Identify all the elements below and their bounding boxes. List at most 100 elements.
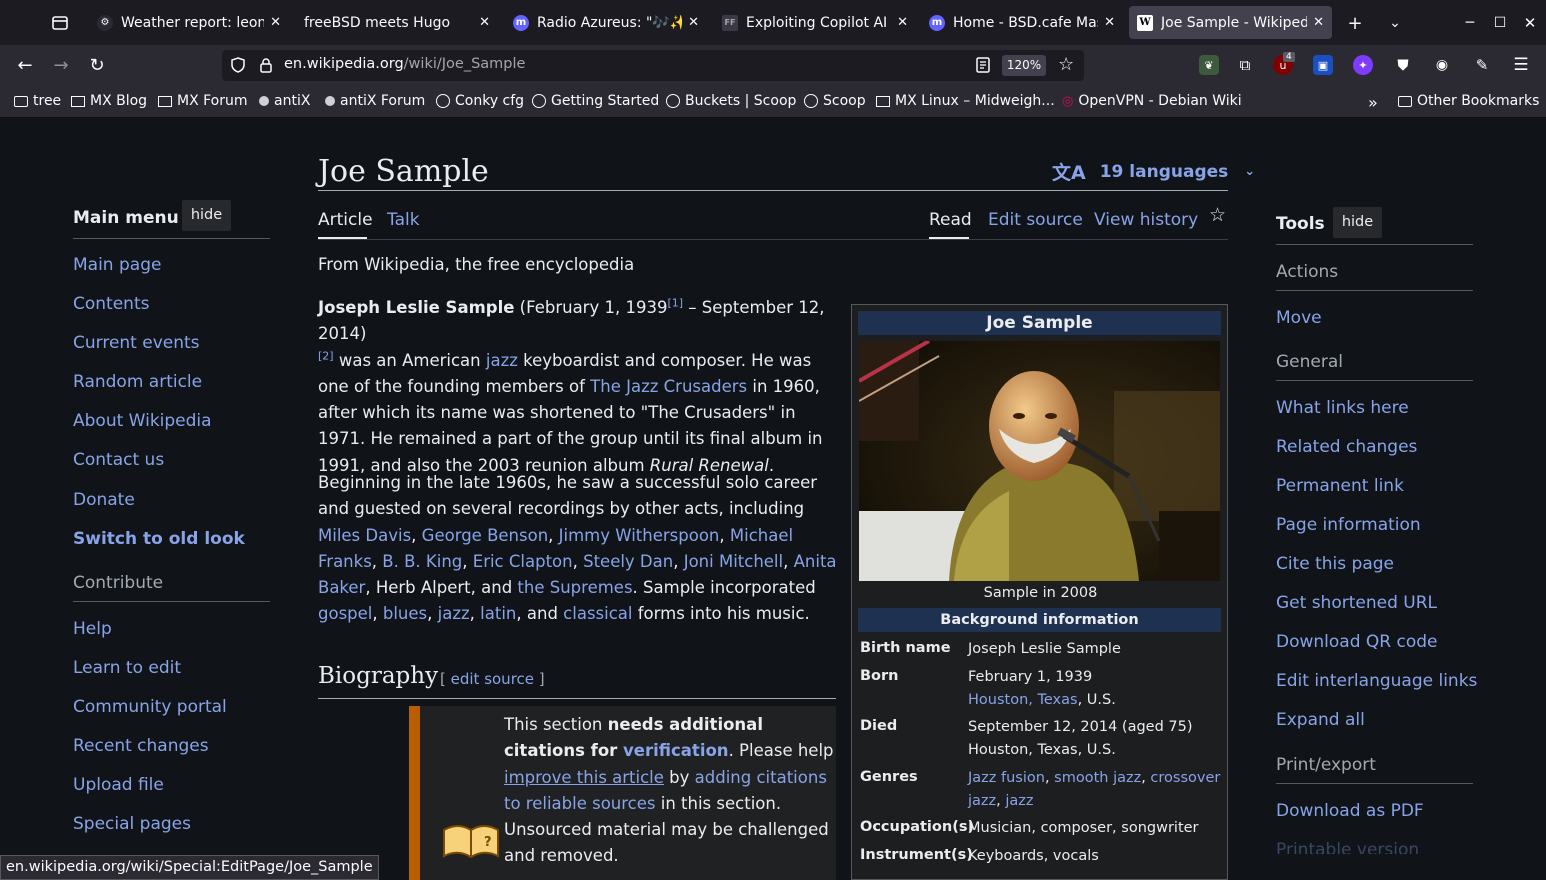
watch-star-icon[interactable]: ☆ <box>1209 204 1226 226</box>
close-tab-icon[interactable]: ✕ <box>897 15 908 30</box>
main-menu-hide-button[interactable]: hide <box>182 200 231 231</box>
url-text[interactable]: en.wikipedia.org/wiki/Joe_Sample <box>284 56 525 72</box>
bookmark-openvpn[interactable]: ◎ OpenVPN - Debian Wiki <box>1062 93 1242 109</box>
sidebar-item-current-events[interactable]: Current events <box>73 333 200 353</box>
maximize-icon[interactable]: ☐ <box>1485 8 1515 38</box>
app-menu-icon[interactable]: ☰ <box>1511 55 1531 75</box>
tool-expand-all[interactable]: Expand all <box>1276 710 1365 730</box>
sidebar-item-main-page[interactable]: Main page <box>73 255 161 275</box>
tool-get-shortened-url[interactable]: Get shortened URL <box>1276 593 1437 613</box>
disguise-extension-icon[interactable]: ◉ <box>1432 55 1452 75</box>
genre-link[interactable]: smooth jazz <box>1054 770 1141 786</box>
verification-link[interactable]: verification <box>623 741 729 760</box>
reader-view-icon[interactable] <box>974 56 992 74</box>
improve-article-link[interactable]: improve this article <box>504 768 664 787</box>
close-tab-icon[interactable]: ✕ <box>688 15 699 30</box>
more-bookmarks-chevron-icon[interactable]: » <box>1368 93 1378 112</box>
privacy-extension-icon[interactable]: ⛊ <box>1393 55 1413 75</box>
tab-view-history[interactable]: View history <box>1094 210 1198 230</box>
tab-freebsd-hugo[interactable]: freeBSD meets Hugo ✕ <box>296 6 498 39</box>
bookmark-mx-forum[interactable]: MX Forum <box>158 93 248 109</box>
tab-read[interactable]: Read <box>929 210 972 230</box>
tab-article[interactable]: Article <box>318 210 373 230</box>
close-tab-icon[interactable]: ✕ <box>1104 15 1115 30</box>
status-bar-url: en.wikipedia.org/wiki/Special:EditPage/J… <box>0 855 379 880</box>
close-window-icon[interactable]: ✕ <box>1515 8 1545 38</box>
language-selector[interactable]: 文A 19 languages ⌄ <box>1052 158 1255 185</box>
tabs-divider <box>318 239 1228 240</box>
new-tab-icon[interactable]: + <box>1340 8 1370 38</box>
infobox-caption: Sample in 2008 <box>983 585 1098 601</box>
bookmark-star-icon[interactable]: ☆ <box>1058 54 1074 75</box>
bookmark-scoop[interactable]: Scoop <box>804 93 866 109</box>
bookmark-buckets-scoop[interactable]: Buckets | Scoop <box>666 93 796 109</box>
list-all-tabs-icon[interactable]: ⌄ <box>1380 8 1410 38</box>
sidebar-item-contact[interactable]: Contact us <box>73 450 164 470</box>
extensions-puzzle-icon[interactable]: ⧉ <box>1235 55 1255 75</box>
other-bookmarks[interactable]: Other Bookmarks <box>1398 93 1539 109</box>
tab-joe-sample[interactable]: W Joe Sample - Wikipedia ✕ <box>1129 6 1332 39</box>
sidebar-item-recent-changes[interactable]: Recent changes <box>73 736 209 756</box>
bookmark-conky-cfg[interactable]: Conky cfg <box>436 93 524 109</box>
biography-edit[interactable]: [ edit source ] <box>440 670 545 688</box>
infobox-label-genres: Genres <box>860 769 918 785</box>
tab-talk[interactable]: Talk <box>387 210 420 230</box>
tool-related-changes[interactable]: Related changes <box>1276 437 1417 457</box>
sidebar-item-help[interactable]: Help <box>73 619 112 639</box>
close-tab-icon[interactable]: ✕ <box>1313 15 1324 30</box>
forward-icon[interactable]: → <box>46 51 76 79</box>
tool-page-information[interactable]: Page information <box>1276 515 1421 535</box>
genre-link[interactable]: jazz <box>1005 793 1033 809</box>
close-tab-icon[interactable]: ✕ <box>270 15 281 30</box>
tool-what-links-here[interactable]: What links here <box>1276 398 1409 418</box>
tab-bsd-cafe[interactable]: m Home - BSD.cafe Masto ✕ <box>921 6 1123 39</box>
reload-icon[interactable]: ↻ <box>82 51 112 79</box>
sidebar-item-switch-old-look[interactable]: Switch to old look <box>73 529 245 549</box>
lock-icon[interactable] <box>258 57 274 73</box>
url-bar[interactable]: en.wikipedia.org/wiki/Joe_Sample 120% ☆ <box>222 50 1084 81</box>
tool-cite-this-page[interactable]: Cite this page <box>1276 554 1394 574</box>
tool-edit-interlanguage-links[interactable]: Edit interlanguage links <box>1276 671 1477 691</box>
extension-misc-icon[interactable]: ✎ <box>1472 55 1492 75</box>
bookmark-tree[interactable]: tree <box>14 93 61 109</box>
tool-download-pdf[interactable]: Download as PDF <box>1276 801 1424 821</box>
tool-move[interactable]: Move <box>1276 308 1322 328</box>
proton-icon[interactable]: ✦ <box>1353 55 1373 75</box>
genre-link[interactable]: Jazz fusion <box>968 770 1045 786</box>
bookmark-getting-started[interactable]: Getting Started <box>532 93 659 109</box>
bookmark-mx-blog[interactable]: MX Blog <box>71 93 147 109</box>
bookmark-antix-forum[interactable]: antiX Forum <box>325 93 425 109</box>
minimize-icon[interactable]: ─ <box>1455 8 1485 38</box>
sidebar-item-about[interactable]: About Wikipedia <box>73 411 212 431</box>
sidebar-item-donate[interactable]: Donate <box>73 490 135 510</box>
bookmark-antix[interactable]: antiX <box>259 93 310 109</box>
bitwarden-icon[interactable]: ▣ <box>1313 55 1333 75</box>
sidebar-item-contents[interactable]: Contents <box>73 294 149 314</box>
extension-icon[interactable]: ❦ <box>1199 55 1219 75</box>
infobox-subheader: Background information <box>858 608 1221 632</box>
houston-texas-link[interactable]: Houston, Texas <box>968 692 1078 708</box>
tool-printable-version[interactable]: Printable version <box>1276 840 1419 854</box>
tab-weather-report[interactable]: ⚙ Weather report: leonsb ✕ <box>89 6 289 39</box>
tool-permanent-link[interactable]: Permanent link <box>1276 476 1404 496</box>
sidebar-item-upload-file[interactable]: Upload file <box>73 775 164 795</box>
joe-sample-photo[interactable] <box>859 341 1220 581</box>
tool-download-qr-code[interactable]: Download QR code <box>1276 632 1438 652</box>
sidebar-item-learn-to-edit[interactable]: Learn to edit <box>73 658 181 678</box>
sidebar-item-community-portal[interactable]: Community portal <box>73 697 227 717</box>
tab-edit-source[interactable]: Edit source <box>988 210 1083 230</box>
zoom-level[interactable]: 120% <box>1002 55 1046 76</box>
close-tab-icon[interactable]: ✕ <box>479 15 490 30</box>
tab-radio-azureus[interactable]: m Radio Azureus: "🎶✨❤️ ✕ <box>505 6 707 39</box>
edit-source-link[interactable]: edit source <box>451 670 534 688</box>
page-title: Joe Sample <box>318 154 489 189</box>
tracking-protection-icon[interactable] <box>230 57 246 73</box>
sidebar-item-special-pages[interactable]: Special pages <box>73 814 191 834</box>
sidebar-item-random-article[interactable]: Random article <box>73 372 202 392</box>
biography-heading: Biography <box>318 663 439 689</box>
firefox-view-icon[interactable] <box>44 7 76 39</box>
tab-exploiting-copilot[interactable]: FF Exploiting Copilot AI fo ✕ <box>714 6 916 39</box>
back-icon[interactable]: ← <box>10 51 40 79</box>
bookmark-mx-linux[interactable]: MX Linux – Midweigh... <box>876 93 1055 109</box>
tools-hide-button[interactable]: hide <box>1333 207 1382 238</box>
